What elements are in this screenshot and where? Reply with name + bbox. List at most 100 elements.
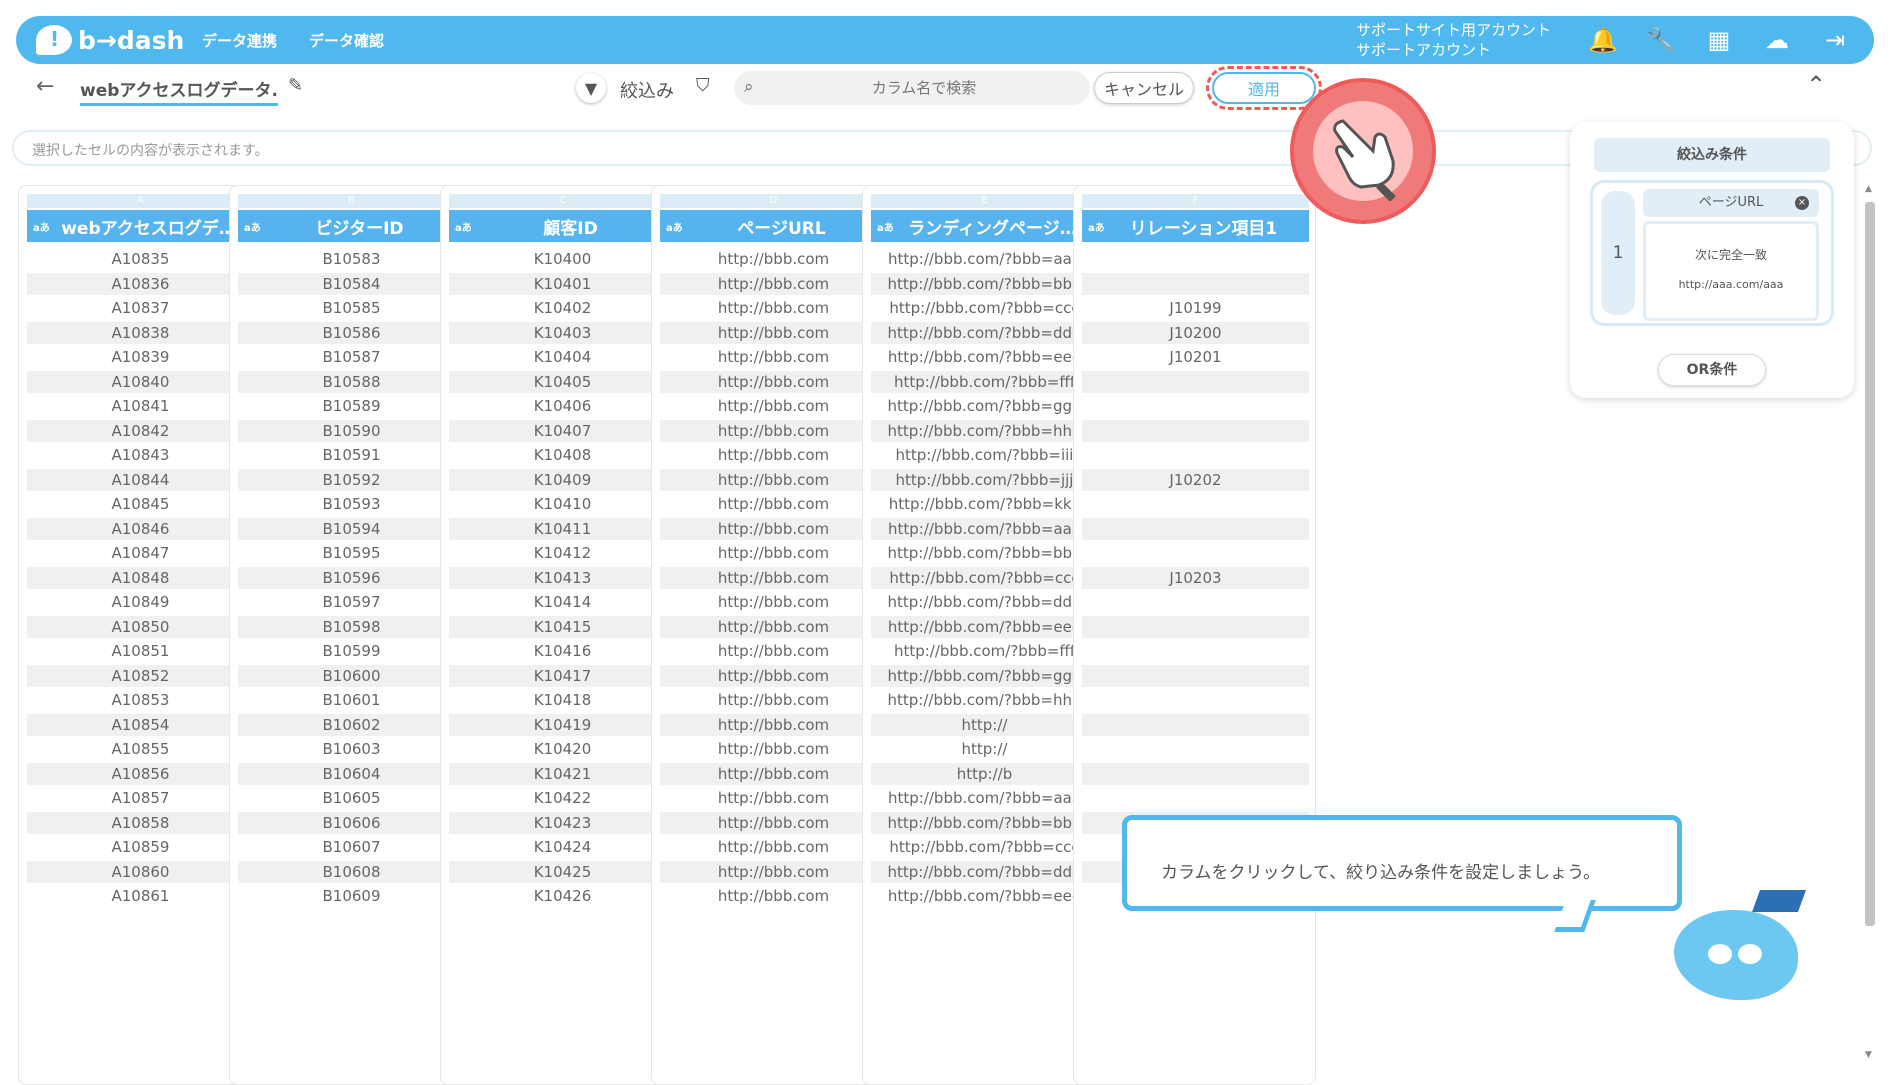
table-cell[interactable]: http://bbb.com/?bbb=ddd	[871, 321, 1098, 344]
table-cell[interactable]	[1082, 664, 1309, 687]
table-cell[interactable]: B10597	[238, 591, 465, 613]
table-cell[interactable]: B10592	[238, 468, 465, 491]
table-cell[interactable]: http://bbb.com/?bbb=bbb	[871, 811, 1098, 834]
table-cell[interactable]: http://bbb.com	[660, 787, 887, 809]
table-cell[interactable]: A10858	[27, 811, 254, 834]
table-cell[interactable]: A10853	[27, 689, 254, 711]
table-cell[interactable]: http://bbb.com/?bbb=ccc	[871, 566, 1098, 589]
table-cell[interactable]: K10413	[449, 566, 676, 589]
scroll-thumb[interactable]	[1865, 202, 1875, 926]
support-icon[interactable]: ☁	[1760, 24, 1794, 56]
table-cell[interactable]	[1082, 272, 1309, 295]
table-cell[interactable]: B10596	[238, 566, 465, 589]
table-cell[interactable]: A10836	[27, 272, 254, 295]
table-cell[interactable]: http://bbb.com/?bbb=ccc	[871, 836, 1098, 858]
table-cell[interactable]: B10583	[238, 248, 465, 270]
filter-icon[interactable]: ▼	[576, 73, 606, 103]
back-icon[interactable]: ←	[36, 74, 54, 99]
table-cell[interactable]: K10405	[449, 370, 676, 393]
table-cell[interactable]: J10200	[1082, 321, 1309, 344]
table-cell[interactable]	[1082, 713, 1309, 736]
table-cell[interactable]: http://bbb.com	[660, 297, 887, 319]
column-header[interactable]: aあ ビジターID	[238, 210, 465, 242]
table-cell[interactable]: B10601	[238, 689, 465, 711]
table-cell[interactable]: B10602	[238, 713, 465, 736]
table-cell[interactable]: http://bbb.com	[660, 517, 887, 540]
scroll-up-icon[interactable]: ▲	[1865, 184, 1872, 194]
table-cell[interactable]: K10423	[449, 811, 676, 834]
table-cell[interactable]: http://bbb.com/?bbb=aaa	[871, 517, 1098, 540]
table-cell[interactable]	[1082, 395, 1309, 417]
wrench-icon[interactable]: 🔧	[1644, 24, 1678, 56]
table-cell[interactable]: http://bbb.com	[660, 566, 887, 589]
vertical-scrollbar[interactable]: ▲ ▼	[1862, 184, 1878, 1060]
table-cell[interactable]	[1082, 248, 1309, 270]
table-cell[interactable]: http://bbb.com/?bbb=ccc	[871, 297, 1098, 319]
table-cell[interactable]: B10587	[238, 346, 465, 368]
table-cell[interactable]: http://bbb.com/?bbb=bbb	[871, 542, 1098, 564]
table-cell[interactable]: B10584	[238, 272, 465, 295]
table-cell[interactable]: A10855	[27, 738, 254, 760]
clear-filter-icon[interactable]: ⛉	[696, 75, 710, 96]
table-cell[interactable]: http://bbb.com/?bbb=bbb	[871, 272, 1098, 295]
table-cell[interactable]: A10847	[27, 542, 254, 564]
table-cell[interactable]: A10843	[27, 444, 254, 466]
table-cell[interactable]: A10842	[27, 419, 254, 442]
table-cell[interactable]: K10417	[449, 664, 676, 687]
table-cell[interactable]: A10850	[27, 615, 254, 638]
table-cell[interactable]: A10861	[27, 885, 254, 907]
table-cell[interactable]: K10419	[449, 713, 676, 736]
table-cell[interactable]: http://bbb.com	[660, 615, 887, 638]
table-cell[interactable]: http://bbb.com	[660, 370, 887, 393]
column-header[interactable]: aあ webアクセスログデ…	[27, 210, 254, 242]
table-cell[interactable]: K10408	[449, 444, 676, 466]
table-cell[interactable]: http://bbb.com	[660, 836, 887, 858]
table-cell[interactable]	[1082, 493, 1309, 515]
table-cell[interactable]: A10838	[27, 321, 254, 344]
table-cell[interactable]: http://bbb.com/?bbb=hhh	[871, 689, 1098, 711]
table-cell[interactable]: A10860	[27, 860, 254, 883]
table-cell[interactable]: http://bbb.com/?bbb=fff	[871, 370, 1098, 393]
table-cell[interactable]: A10849	[27, 591, 254, 613]
or-condition-button[interactable]: OR条件	[1658, 354, 1766, 386]
table-cell[interactable]: B10605	[238, 787, 465, 809]
table-cell[interactable]: K10412	[449, 542, 676, 564]
table-cell[interactable]: B10593	[238, 493, 465, 515]
table-cell[interactable]: A10837	[27, 297, 254, 319]
table-cell[interactable]: B10591	[238, 444, 465, 466]
table-cell[interactable]: http://bbb.com	[660, 885, 887, 907]
table-cell[interactable]: http://	[871, 738, 1098, 760]
table-cell[interactable]: http://bbb.com	[660, 468, 887, 491]
table-cell[interactable]: K10409	[449, 468, 676, 491]
apply-button[interactable]: 適用	[1206, 66, 1322, 110]
grid-icon[interactable]: ▦	[1702, 24, 1736, 56]
condition-body[interactable]: 次に完全一致 http://aaa.com/aaa	[1643, 221, 1819, 321]
table-cell[interactable]: http://bbb.com/?bbb=aaa	[871, 787, 1098, 809]
table-cell[interactable]: K10403	[449, 321, 676, 344]
table-cell[interactable]: K10418	[449, 689, 676, 711]
column-header[interactable]: aあ 顧客ID	[449, 210, 676, 242]
table-cell[interactable]	[1082, 591, 1309, 613]
table-cell[interactable]: http://bbb.com	[660, 395, 887, 417]
table-cell[interactable]: K10425	[449, 860, 676, 883]
table-cell[interactable]	[1082, 787, 1309, 809]
table-cell[interactable]: B10606	[238, 811, 465, 834]
table-cell[interactable]	[1082, 419, 1309, 442]
table-cell[interactable]: B10600	[238, 664, 465, 687]
table-cell[interactable]: B10603	[238, 738, 465, 760]
account-info[interactable]: サポートサイト用アカウント サポートアカウント	[1356, 20, 1551, 60]
table-cell[interactable]: http://bbb.com/?bbb=ddd	[871, 591, 1098, 613]
table-cell[interactable]	[1082, 517, 1309, 540]
table-cell[interactable]: http://	[871, 713, 1098, 736]
table-cell[interactable]	[1082, 542, 1309, 564]
table-cell[interactable]: http://bbb.com/?bbb=ggg	[871, 395, 1098, 417]
nav-data-check[interactable]: データ確認	[309, 30, 384, 51]
table-cell[interactable]: http://bbb.com	[660, 738, 887, 760]
close-icon[interactable]: ×	[1795, 196, 1809, 210]
table-cell[interactable]: A10840	[27, 370, 254, 393]
table-cell[interactable]: http://bbb.com/?bbb=eee	[871, 885, 1098, 907]
table-cell[interactable]: K10415	[449, 615, 676, 638]
table-cell[interactable]: A10848	[27, 566, 254, 589]
table-cell[interactable]: B10595	[238, 542, 465, 564]
table-cell[interactable]	[1082, 615, 1309, 638]
